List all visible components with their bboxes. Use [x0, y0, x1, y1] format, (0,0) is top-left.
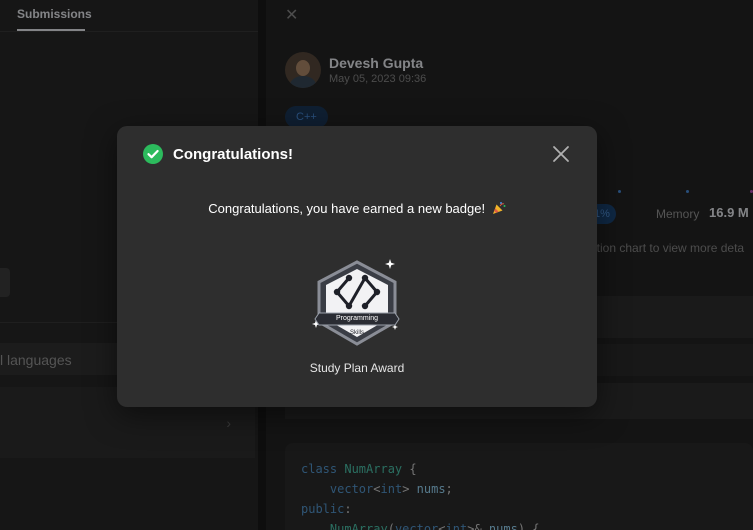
badge-caption: Study Plan Award	[309, 361, 405, 375]
modal-message: Congratulations, you have earned a new b…	[117, 201, 597, 216]
close-icon[interactable]	[551, 144, 571, 164]
badge-text-line1: Programming	[336, 315, 378, 322]
modal-title: Congratulations!	[173, 146, 293, 163]
programming-skills-badge: Programming Skills	[312, 259, 400, 346]
badge-text-line2: Skills	[350, 330, 364, 336]
modal-message-text: Congratulations, you have earned a new b…	[208, 201, 486, 216]
congratulations-modal: Congratulations! Congratulations, you ha…	[117, 126, 597, 407]
party-popper-icon	[492, 202, 506, 214]
check-circle-icon	[143, 144, 163, 164]
app-root: Submissions l languages › ✕ Devesh Gupta…	[0, 0, 753, 530]
